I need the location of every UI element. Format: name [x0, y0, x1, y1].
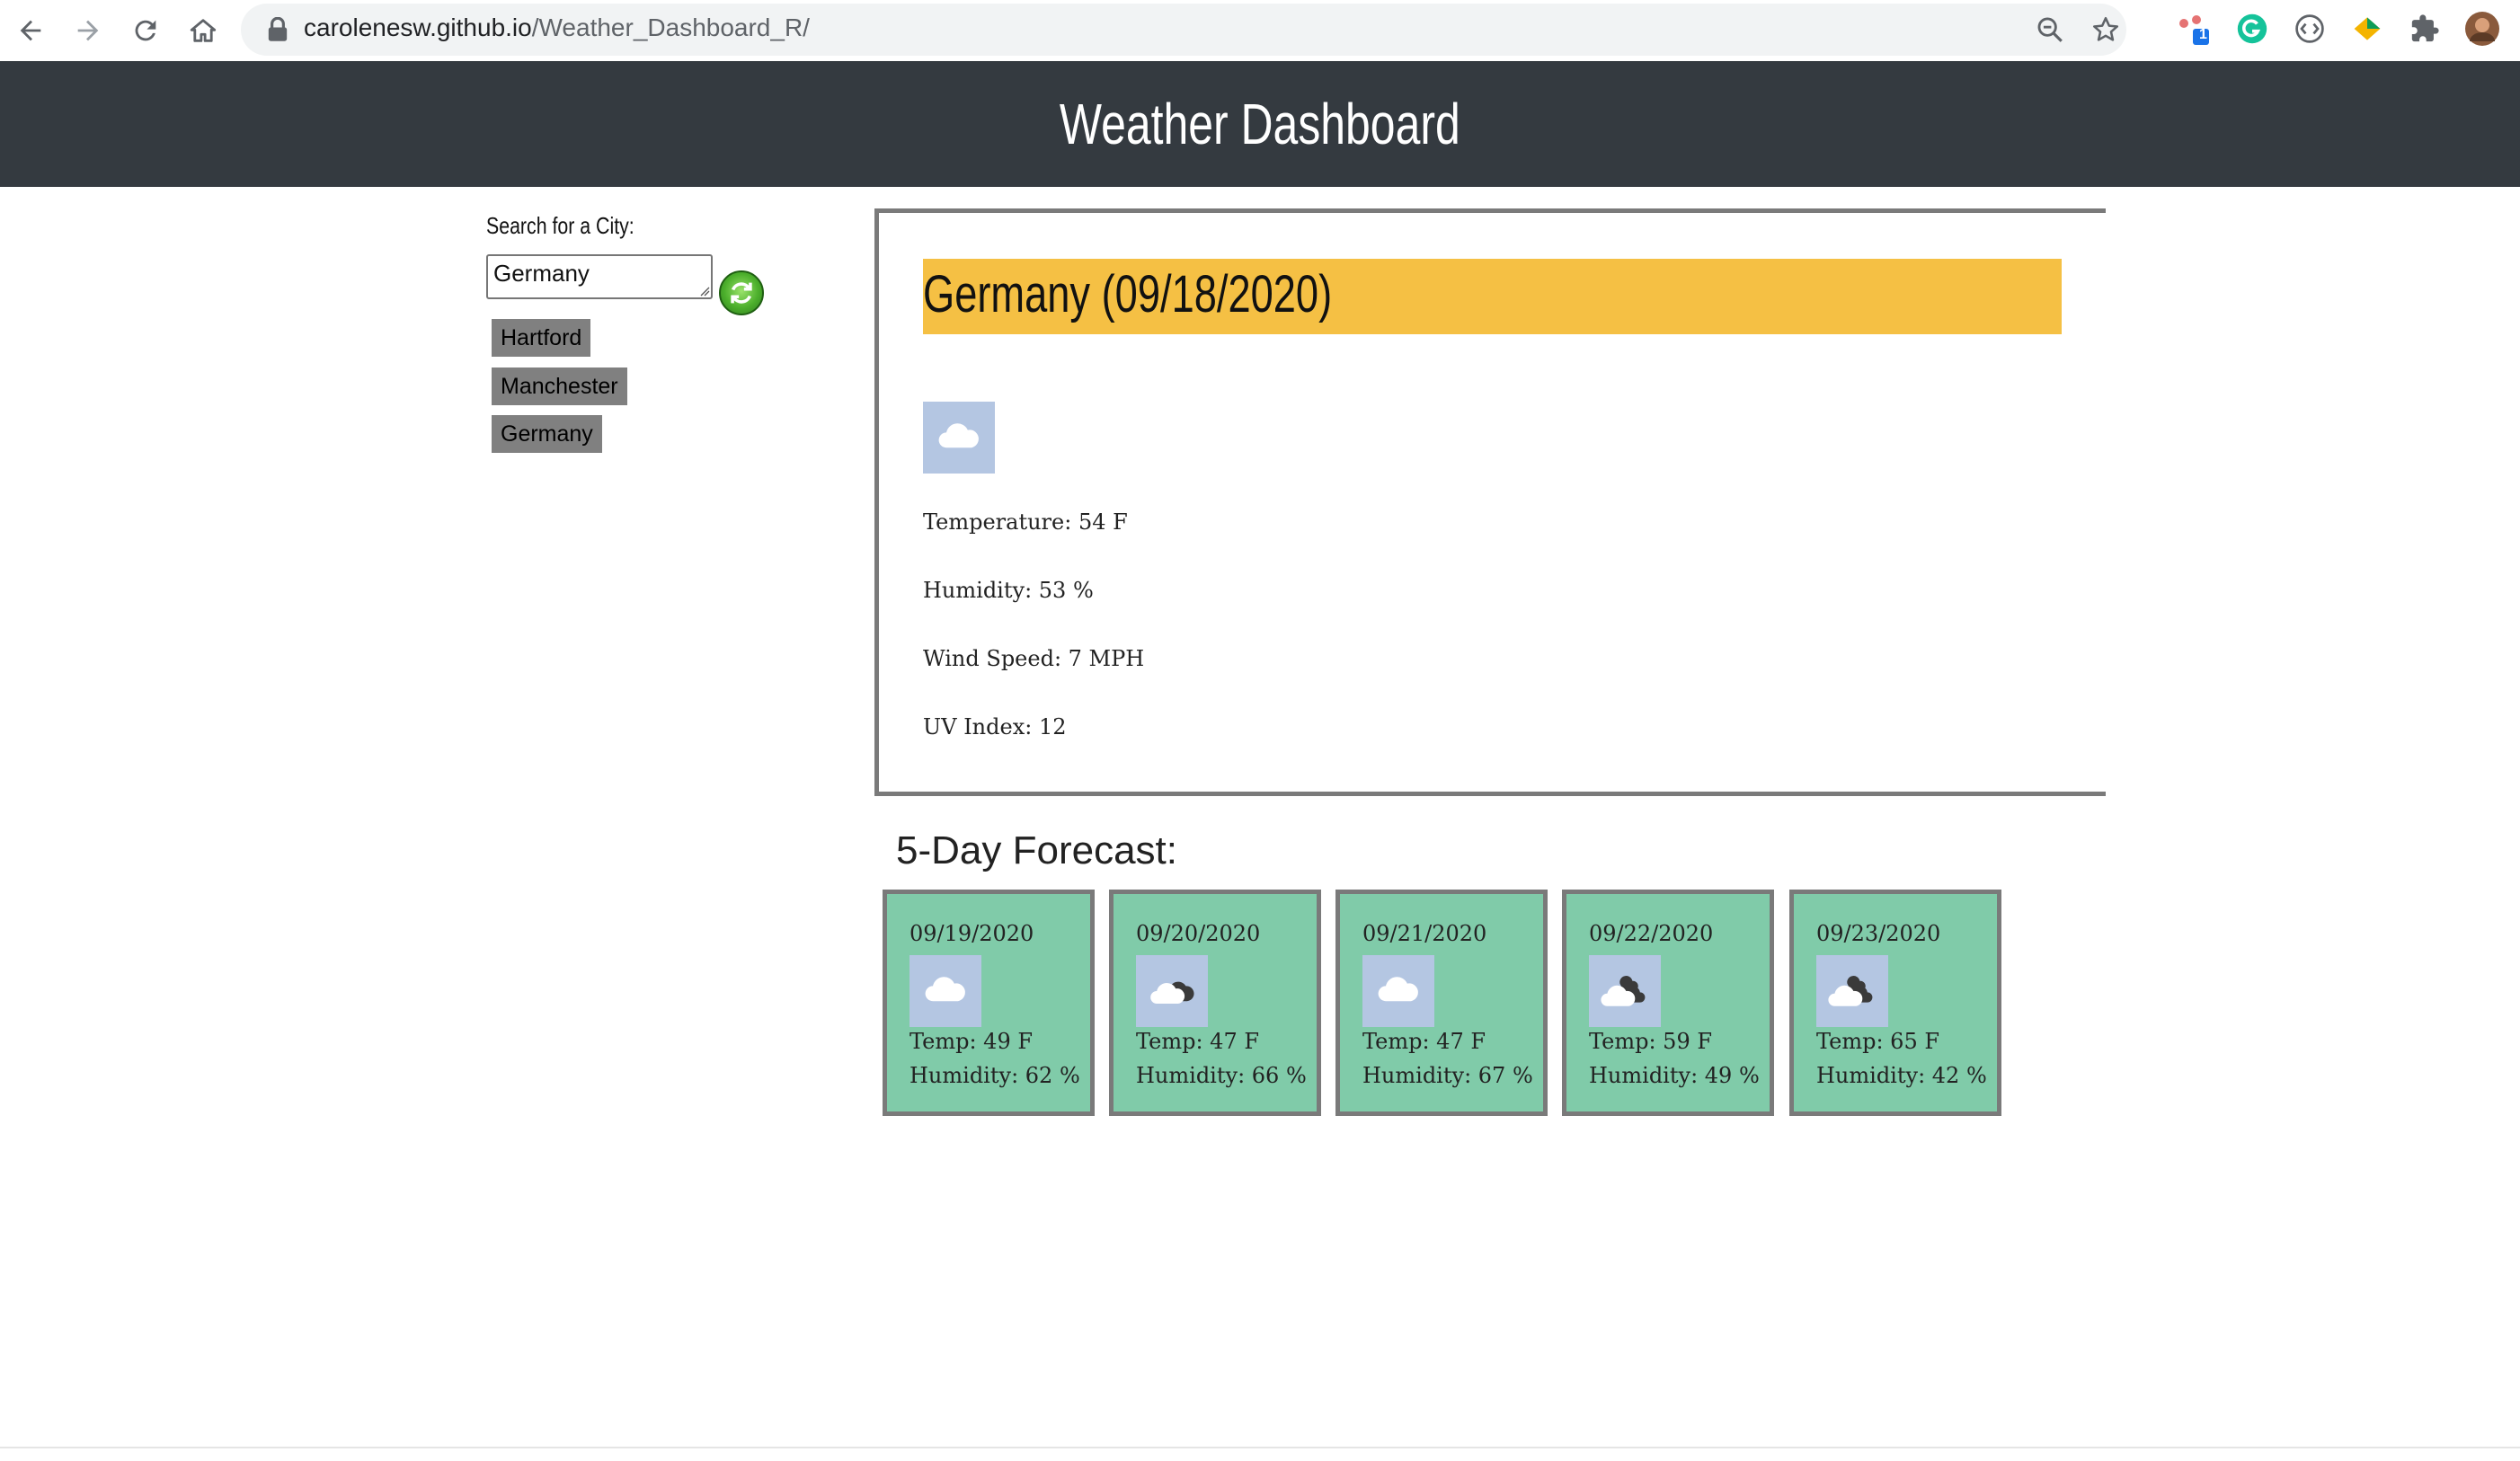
page-bottom-divider — [0, 1447, 2520, 1448]
broken-clouds-icon — [1589, 955, 1661, 1027]
city-banner: Germany (09/18/2020) — [923, 259, 2062, 334]
page-title: Weather Dashboard — [1060, 92, 1460, 156]
broken-clouds-icon — [1816, 955, 1888, 1027]
forecast-date: 09/22/2020 — [1589, 921, 1714, 946]
forward-button[interactable] — [63, 5, 113, 56]
forecast-humidity: Humidity: 66 % — [1136, 1063, 1307, 1088]
humidity-text: Humidity: 53 % — [923, 578, 1094, 603]
reload-button[interactable] — [120, 5, 171, 56]
extension-badge: 1 — [2199, 27, 2207, 42]
city-date-title: Germany (09/18/2020) — [923, 265, 1333, 323]
cloud-glyph — [925, 977, 965, 1002]
forecast-card: 09/21/2020 Temp: 47 F Humidity: 67 % — [1335, 890, 1548, 1116]
grammarly-glyph — [2237, 13, 2267, 44]
forecast-card: 09/19/2020 Temp: 49 F Humidity: 62 % — [883, 890, 1095, 1116]
code-extension-icon[interactable] — [2292, 11, 2328, 47]
forecast-card: 09/22/2020 Temp: 59 F Humidity: 49 % — [1562, 890, 1774, 1116]
cloud-icon — [910, 955, 981, 1027]
forecast-card: 09/20/2020 Temp: 47 F Humidity: 66 % — [1109, 890, 1321, 1116]
forecast-card: 09/23/2020 Temp: 65 F Humidity: 42 % — [1789, 890, 2001, 1116]
forecast-date: 09/19/2020 — [910, 921, 1034, 946]
url-path: /Weather_Dashboard_R/ — [531, 13, 810, 41]
zoom-icon[interactable] — [2035, 14, 2065, 45]
bookmark-star-icon[interactable] — [2090, 14, 2121, 45]
forecast-date: 09/23/2020 — [1816, 921, 1941, 946]
search-button[interactable] — [719, 270, 764, 315]
forecast-date: 09/20/2020 — [1136, 921, 1261, 946]
url-host: carolenesw.github.io — [304, 13, 532, 41]
reload-icon — [135, 20, 156, 41]
history-item-germany[interactable]: Germany — [492, 415, 602, 453]
forecast-humidity: Humidity: 67 % — [1362, 1063, 1533, 1088]
back-button[interactable] — [5, 5, 56, 56]
home-icon — [190, 19, 217, 42]
broken-clouds-glyph — [1601, 976, 1646, 1006]
forecast-humidity: Humidity: 49 % — [1589, 1063, 1760, 1088]
forecast-temp: Temp: 47 F — [1136, 1029, 1260, 1054]
temperature-text: Temperature: 54 F — [923, 509, 1128, 535]
extension-share-icon[interactable]: 1 — [2175, 11, 2211, 47]
forecast-humidity: Humidity: 62 % — [910, 1063, 1080, 1088]
forecast-temp: Temp: 47 F — [1362, 1029, 1486, 1054]
uv-index-text: UV Index: 12 — [923, 714, 1067, 739]
cloud-glyph — [938, 423, 979, 448]
dark-cloud-glyph — [1150, 981, 1194, 1004]
cloud-icon — [923, 402, 995, 474]
avatar-glyph — [2465, 12, 2499, 46]
forecast-temp: Temp: 49 F — [910, 1029, 1034, 1054]
profile-avatar[interactable] — [2464, 11, 2500, 47]
history-item-hartford[interactable]: Hartford — [492, 319, 591, 357]
browser-toolbar: carolenesw.github.io/Weather_Dashboard_R… — [0, 0, 2520, 62]
dark-cloud-icon — [1136, 955, 1208, 1027]
forecast-humidity: Humidity: 42 % — [1816, 1063, 1987, 1088]
refresh-icon — [731, 282, 752, 304]
search-input[interactable]: Germany — [486, 254, 713, 299]
extensions-puzzle-icon[interactable] — [2407, 11, 2443, 47]
forecast-date: 09/21/2020 — [1362, 921, 1487, 946]
home-button[interactable] — [178, 5, 228, 56]
wind-speed-text: Wind Speed: 7 MPH — [923, 646, 1145, 671]
address-bar[interactable]: carolenesw.github.io/Weather_Dashboard_R… — [241, 4, 2126, 56]
back-arrow-icon — [20, 20, 41, 41]
forecast-heading: 5-Day Forecast: — [896, 828, 1177, 872]
lock-icon — [268, 17, 288, 41]
grammarly-icon[interactable] — [2234, 11, 2270, 47]
url-text: carolenesw.github.io/Weather_Dashboard_R… — [304, 13, 810, 42]
cloud-glyph — [1378, 977, 1418, 1002]
resize-grip-icon[interactable] — [699, 286, 710, 297]
broken-clouds-glyph — [1828, 976, 1873, 1006]
history-item-manchester[interactable]: Manchester — [492, 367, 627, 405]
search-label: Search for a City: — [486, 212, 634, 239]
page-header: Weather Dashboard — [0, 61, 2520, 187]
code-extension-glyph — [2295, 14, 2324, 43]
forecast-temp: Temp: 65 F — [1816, 1029, 1940, 1054]
diamond-extension-glyph — [2354, 17, 2381, 40]
puzzle-glyph — [2411, 14, 2439, 42]
diamond-extension-icon[interactable] — [2349, 11, 2385, 47]
cloud-icon — [1362, 955, 1434, 1027]
forecast-temp: Temp: 59 F — [1589, 1029, 1713, 1054]
forward-arrow-icon — [77, 20, 99, 41]
